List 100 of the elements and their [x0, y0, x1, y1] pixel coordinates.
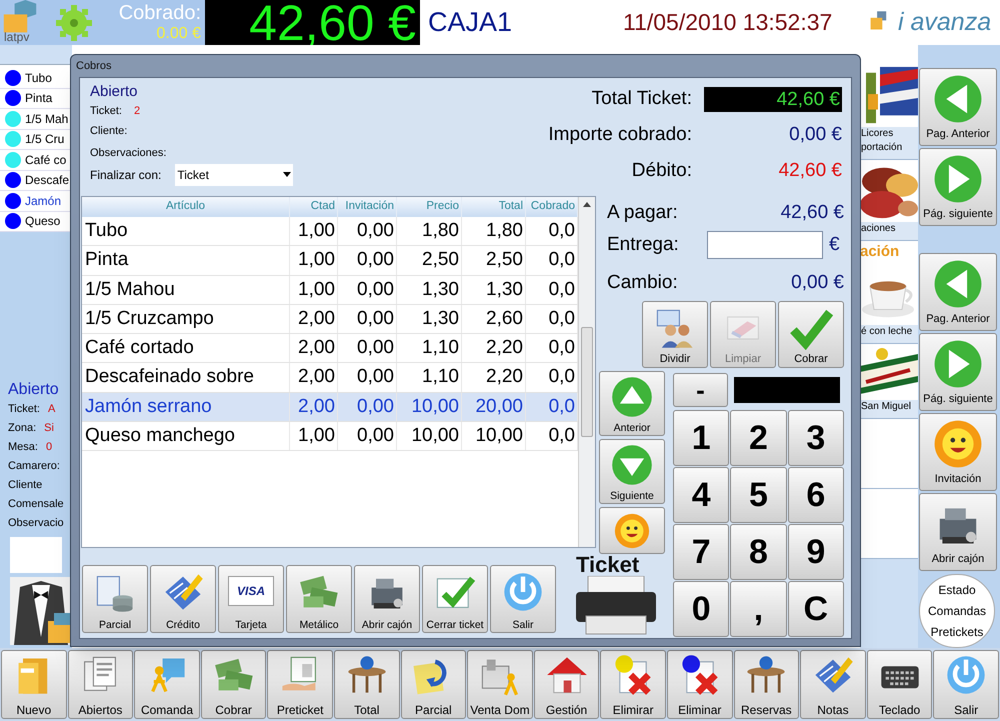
- toolbar-button[interactable]: Total: [334, 650, 400, 719]
- finish-dropdown[interactable]: Ticket: [175, 164, 294, 186]
- side-button[interactable]: Abrir cajón: [919, 493, 997, 571]
- field-label: Entrega:: [607, 232, 680, 257]
- collected-label: Cobrado:: [118, 3, 201, 23]
- field-label: Ticket:: [8, 402, 40, 418]
- note-area: [10, 537, 62, 573]
- field-label: Mesa:: [8, 440, 38, 456]
- side-button[interactable]: Pág. siguiente: [919, 333, 997, 411]
- dialog-title: Cobros: [76, 58, 112, 74]
- action-button[interactable]: Cobrar: [778, 301, 844, 368]
- keypad-key[interactable]: 1: [673, 410, 730, 466]
- tile-label: portación: [860, 141, 904, 155]
- scroll-thumb[interactable]: [581, 327, 593, 437]
- dropdown-caret-icon: [283, 172, 292, 178]
- keypad-key[interactable]: 4: [673, 467, 730, 523]
- keypad-key[interactable]: 0: [673, 581, 730, 637]
- toolbar-button[interactable]: Parcial: [400, 650, 466, 719]
- payment-method-button[interactable]: Metálico: [286, 565, 352, 633]
- card-brand-text: VISA: [236, 585, 265, 597]
- gear-icon: [54, 2, 94, 42]
- toolbar-button[interactable]: Eliminar: [666, 650, 733, 719]
- side-button[interactable]: Pág. siguiente: [919, 148, 997, 226]
- keypad-key[interactable]: 2: [730, 410, 787, 466]
- minus-key[interactable]: -: [673, 373, 728, 407]
- table-row[interactable]: Descafeinado sobre 2,00 0,00 1,10 2,20 0,0: [82, 363, 578, 393]
- nav-button[interactable]: Siguiente: [599, 439, 665, 504]
- toolbar-button[interactable]: Reservas: [734, 650, 800, 719]
- table-row[interactable]: 1/5 Mahou 1,00 0,00 1,30 1,30 0,0: [82, 276, 578, 305]
- toolbar-button[interactable]: Cobrar: [200, 650, 266, 719]
- amount-due: 42,60 €: [780, 200, 844, 225]
- list-header: [0, 45, 72, 65]
- scrollbar[interactable]: [578, 197, 595, 547]
- status-title: Abierto: [8, 380, 60, 400]
- toolbar-button[interactable]: Elimirar: [600, 650, 666, 719]
- keypad-key[interactable]: ,: [730, 581, 787, 637]
- toolbar-button[interactable]: Abiertos: [68, 650, 134, 719]
- payment-method-button[interactable]: VISA Tarjeta: [218, 565, 284, 633]
- keypad-key[interactable]: 8: [730, 524, 787, 580]
- table-row[interactable]: Pinta 1,00 0,00 2,50 2,50 0,0: [82, 246, 578, 276]
- table-row[interactable]: Queso manchego 1,00 0,00 10,00 10,00 0,0: [82, 422, 578, 452]
- tile-label: aciones: [860, 222, 896, 236]
- keypad-key[interactable]: 6: [788, 467, 844, 523]
- tender-input[interactable]: [707, 231, 823, 259]
- status-button[interactable]: Estado Comandas Pretickets: [919, 574, 995, 648]
- keypad-key[interactable]: C: [788, 581, 844, 637]
- toolbar-button[interactable]: Comanda: [134, 650, 200, 719]
- keypad-key[interactable]: 5: [730, 467, 787, 523]
- side-button[interactable]: Pag. Anterior: [919, 68, 997, 146]
- total-label: Importe cobrado:: [548, 122, 692, 147]
- keypad-key[interactable]: 7: [673, 524, 730, 580]
- invitation-button[interactable]: [599, 507, 665, 554]
- toolbar-button[interactable]: Preticket: [267, 650, 333, 719]
- field-label: Cambio:: [607, 270, 678, 295]
- side-button[interactable]: Pag. Anterior: [919, 253, 997, 331]
- field-label: Cliente:: [90, 124, 128, 139]
- toolbar-button[interactable]: Notas: [800, 650, 866, 719]
- toolbar-button[interactable]: Teclado: [866, 650, 932, 719]
- total-display: 42,60 €: [249, 0, 416, 48]
- tile-label: Licores: [860, 127, 894, 141]
- payment-method-button[interactable]: Cerrar ticket: [422, 565, 488, 633]
- field-label: Camarero:: [8, 459, 60, 474]
- table-row[interactable]: 1/5 Cruzcampo 2,00 0,00 1,30 2,60 0,0: [82, 304, 578, 334]
- payment-method-button[interactable]: Parcial: [82, 565, 148, 633]
- payment-method-button[interactable]: Crédito: [150, 565, 216, 633]
- brand-logo: i avanza: [898, 6, 992, 38]
- total-label: Débito:: [632, 158, 692, 183]
- field-label: A pagar:: [607, 200, 678, 225]
- paid-amount: 0,00 €: [788, 122, 842, 147]
- field-value: Si: [44, 421, 54, 436]
- field-label: Observaciones:: [90, 146, 168, 161]
- total-ticket-amount: 42,60 €: [704, 86, 842, 112]
- logo-text: latpv: [4, 31, 30, 43]
- field-value: 0: [46, 440, 52, 456]
- table-row[interactable]: Jamón serrano 2,00 0,00 10,00 20,00 0,0: [82, 392, 578, 422]
- change-amount: 0,00 €: [791, 270, 844, 295]
- keypad-key[interactable]: 9: [788, 524, 844, 580]
- scroll-up-icon[interactable]: [583, 202, 591, 207]
- payment-method-button[interactable]: Salir: [490, 565, 556, 633]
- nav-button[interactable]: Anterior: [599, 371, 665, 436]
- field-label: Observacio: [8, 516, 64, 532]
- printer-label: Ticket: [576, 554, 640, 576]
- section-title: ación: [860, 242, 900, 262]
- side-button[interactable]: Invitación: [919, 413, 997, 491]
- smiley-icon: [613, 512, 651, 550]
- table-row[interactable]: Tubo 1,00 0,00 1,80 1,80 0,0: [82, 217, 578, 246]
- action-button[interactable]: Dividir: [642, 301, 708, 368]
- toolbar-button[interactable]: Gestión: [534, 650, 600, 719]
- toolbar-button[interactable]: Nuevo: [1, 650, 67, 719]
- printer-icon: [574, 576, 658, 636]
- payment-method-button[interactable]: Abrir cajón: [354, 565, 420, 633]
- ticket-number: 2: [134, 104, 140, 119]
- field-value: A: [48, 402, 56, 418]
- currency-symbol: €: [829, 232, 840, 257]
- table-row[interactable]: Café cortado 2,00 0,00 1,10 2,20 0,0: [82, 334, 578, 364]
- toolbar-button[interactable]: Venta Dom: [467, 650, 533, 719]
- toolbar-button[interactable]: Salir: [933, 650, 999, 719]
- date-time: 11/05/2010 13:52:37: [623, 8, 834, 38]
- keypad-key[interactable]: 3: [788, 410, 844, 466]
- field-label: Zona:: [8, 421, 36, 436]
